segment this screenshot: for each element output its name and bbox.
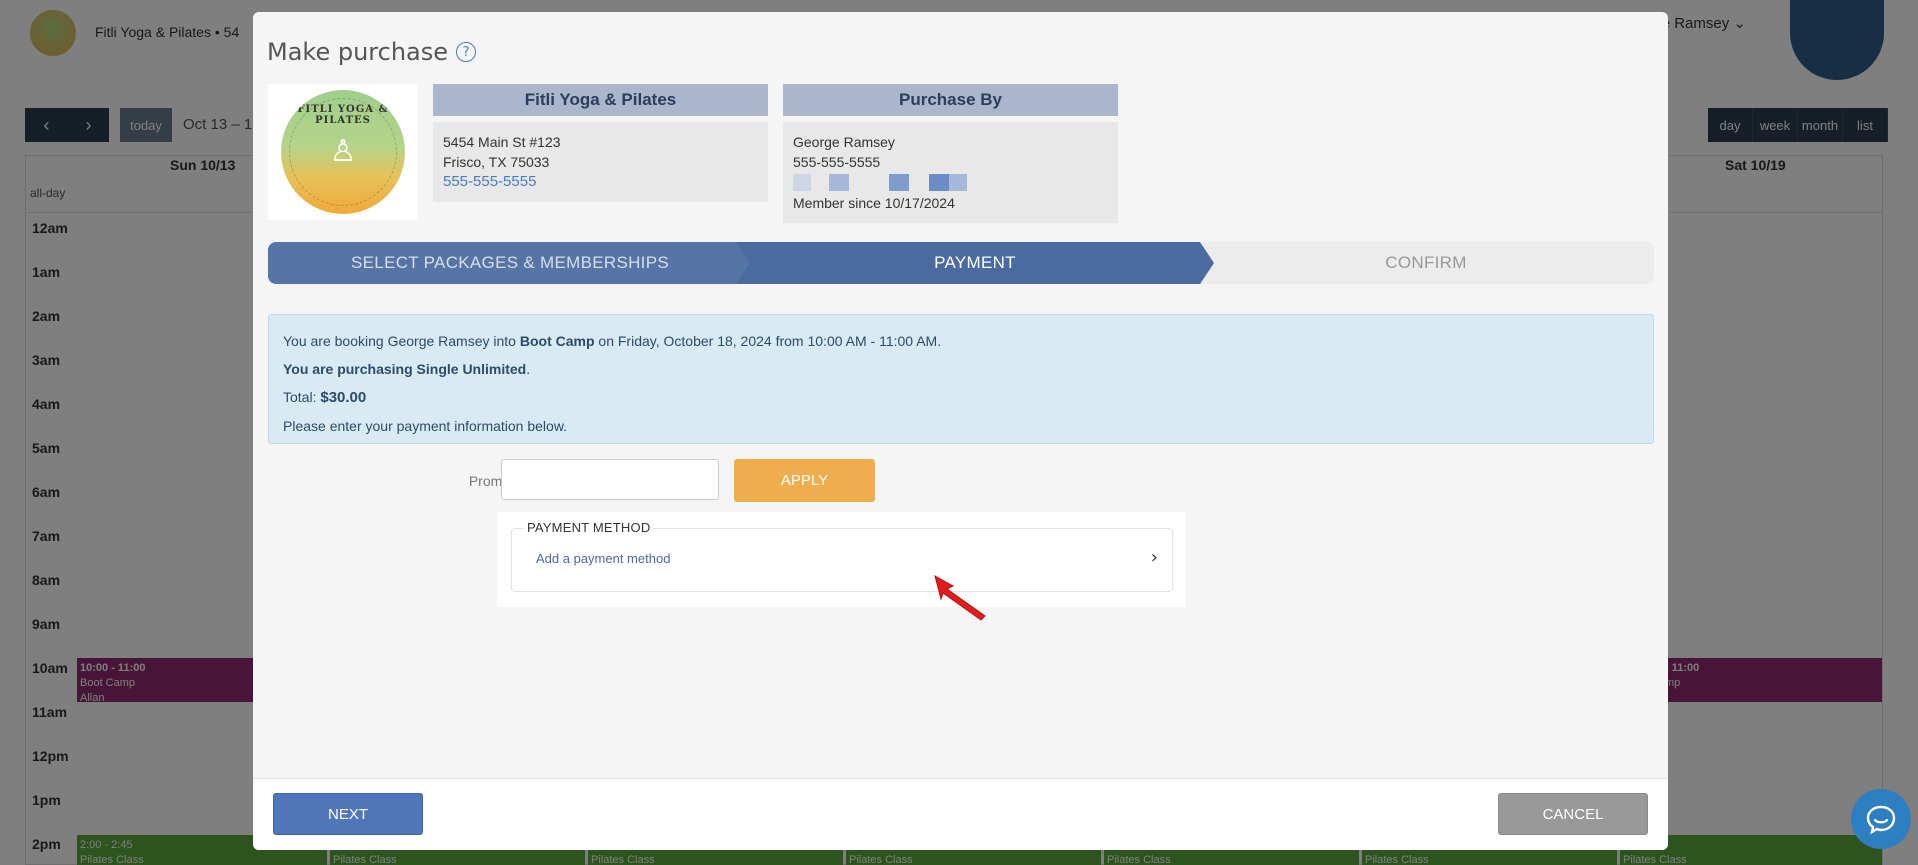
chat-bubble-icon: [1866, 805, 1896, 835]
payment-instructions: Please enter your payment information be…: [283, 418, 568, 434]
payment-method-fieldset[interactable]: PAYMENT METHOD Add a payment method ›: [511, 520, 1173, 592]
studio-logo-container: FITLI YOGA & PILATES ♙: [268, 84, 418, 220]
step-confirm: CONFIRM: [1198, 242, 1654, 284]
question-circle-icon[interactable]: ?: [456, 42, 477, 62]
redaction-gap: [849, 174, 889, 191]
chat-support-button[interactable]: [1851, 789, 1911, 849]
redaction-block: [889, 174, 909, 191]
studio-address-line1: 5454 Main St #123: [443, 134, 561, 150]
studio-phone-link[interactable]: 555-555-5555: [443, 172, 758, 192]
payment-method-section: PAYMENT METHOD Add a payment method ›: [497, 512, 1186, 607]
booking-info-alert: You are booking George Ramsey into Boot …: [268, 314, 1654, 444]
cancel-button[interactable]: CANCEL: [1498, 793, 1648, 835]
make-purchase-modal: Make purchase ? FITLI YOGA & PILATES ♙ F…: [253, 12, 1668, 850]
purchaser-name: George Ramsey: [793, 134, 895, 150]
step-payment: PAYMENT: [736, 242, 1214, 284]
redaction-gap: [909, 174, 929, 191]
purchase-end: .: [526, 361, 531, 377]
promo-code-input[interactable]: [501, 459, 719, 500]
redaction-block: [949, 174, 967, 191]
redaction-block: [829, 174, 849, 191]
total-line: Total: $30.00: [283, 383, 1639, 412]
studio-info-panel: Fitli Yoga & Pilates 5454 Main St #123 F…: [433, 84, 768, 202]
purchase-text: You are purchasing Single Unlimited: [283, 361, 527, 377]
redaction-block: [793, 174, 811, 191]
total-label: Total:: [283, 389, 321, 405]
modal-footer: NEXT CANCEL: [253, 778, 1668, 850]
total-value: $30.00: [320, 389, 367, 406]
studio-logo: FITLI YOGA & PILATES ♙: [281, 90, 405, 214]
studio-address-line2: Frisco, TX 75033: [443, 154, 550, 170]
logo-text: FITLI YOGA & PILATES: [297, 104, 389, 126]
payment-method-legend: PAYMENT METHOD: [524, 520, 654, 535]
purchaser-panel-body: George Ramsey 555-555-5555 Member since …: [783, 122, 1118, 223]
chevron-right-icon[interactable]: ›: [1151, 547, 1158, 568]
member-since: Member since 10/17/2024: [793, 195, 955, 211]
next-button[interactable]: NEXT: [273, 793, 423, 835]
redaction-block: [929, 174, 949, 191]
checkout-steps: SELECT PACKAGES & MEMBERSHIPS CONFIRM PA…: [268, 242, 1654, 284]
purchaser-panel-header: Purchase By: [783, 84, 1118, 116]
add-payment-method-link[interactable]: Add a payment method: [536, 551, 670, 566]
studio-panel-header: Fitli Yoga & Pilates: [433, 84, 768, 116]
red-arrow-annotation-icon: [934, 574, 986, 621]
modal-title: Make purchase ?: [267, 38, 477, 66]
apply-promo-button[interactable]: APPLY: [734, 459, 875, 502]
booking-suffix: on Friday, October 18, 2024 from 10:00 A…: [594, 333, 942, 349]
redacted-email-blocks: [793, 174, 1108, 191]
booking-class-name: Boot Camp: [519, 333, 595, 349]
studio-panel-body: 5454 Main St #123 Frisco, TX 75033 555-5…: [433, 122, 768, 202]
redaction-gap: [811, 174, 829, 191]
purchase-summary: You are purchasing Single Unlimited.: [283, 355, 1639, 383]
purchaser-info-panel: Purchase By George Ramsey 555-555-5555 M…: [783, 84, 1118, 223]
modal-title-text: Make purchase: [267, 38, 449, 66]
booking-summary: You are booking George Ramsey into Boot …: [283, 327, 1639, 355]
purchaser-phone: 555-555-5555: [793, 154, 881, 170]
booking-prefix: You are booking George Ramsey into: [283, 333, 520, 349]
meditation-figure-icon: ♙: [329, 134, 357, 169]
step-select-packages[interactable]: SELECT PACKAGES & MEMBERSHIPS: [268, 242, 752, 284]
